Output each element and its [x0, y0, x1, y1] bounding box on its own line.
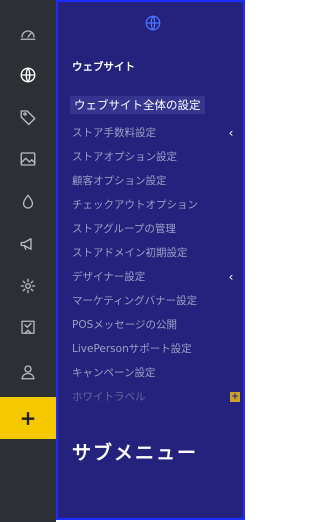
gear-icon[interactable]: [0, 266, 56, 306]
chevron-left-icon[interactable]: ‹: [226, 270, 236, 284]
menu-item-marketing-banner[interactable]: マーケティングバナー設定: [72, 292, 197, 310]
plus-badge-icon: +: [230, 392, 240, 402]
menu-item-store-options[interactable]: ストアオプション設定: [72, 148, 177, 166]
submenu-caption: サブメニュー: [72, 442, 199, 464]
chevron-left-icon[interactable]: ‹: [226, 126, 236, 140]
add-label: +: [19, 406, 37, 430]
dashboard-icon[interactable]: [0, 14, 56, 54]
droplet-icon[interactable]: [0, 182, 56, 222]
panel-title: ウェブサイト: [72, 61, 135, 73]
user-icon[interactable]: [0, 352, 56, 392]
menu-item-website-settings[interactable]: ウェブサイト全体の設定: [70, 96, 205, 114]
menu-item-store-fee[interactable]: ストア手数料設定: [72, 124, 156, 142]
menu-item-white-label[interactable]: ホワイトラベル: [72, 388, 146, 406]
menu-item-customer-options[interactable]: 顧客オプション設定: [72, 172, 167, 190]
bookmark-icon[interactable]: [0, 308, 56, 348]
menu-item-store-domain[interactable]: ストアドメイン初期設定: [72, 244, 188, 262]
globe-icon: [144, 14, 162, 32]
tag-icon[interactable]: [0, 97, 56, 137]
megaphone-icon[interactable]: [0, 224, 56, 264]
submenu-panel: ウェブサイト ウェブサイト全体の設定 ストア手数料設定 ‹ ストアオプション設定…: [56, 0, 245, 520]
globe-icon[interactable]: [0, 55, 56, 95]
menu-item-liveperson[interactable]: LivePersonサポート設定: [72, 340, 192, 358]
menu-item-designer[interactable]: デザイナー設定: [72, 268, 145, 286]
menu-item-pos-message[interactable]: POSメッセージの公開: [72, 316, 177, 334]
add-button[interactable]: +: [0, 397, 56, 439]
icon-rail: +: [0, 0, 56, 522]
image-icon[interactable]: [0, 139, 56, 179]
menu-item-checkout-options[interactable]: チェックアウトオプション: [72, 196, 198, 214]
menu-item-campaign[interactable]: キャンペーン設定: [72, 364, 155, 382]
menu-item-store-groups[interactable]: ストアグループの管理: [72, 220, 176, 238]
